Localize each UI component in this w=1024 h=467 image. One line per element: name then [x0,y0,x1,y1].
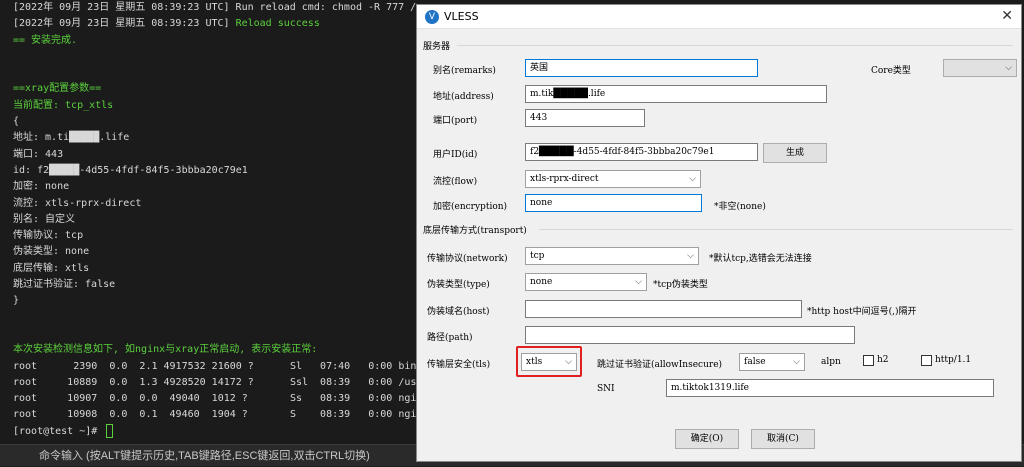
host-label: 伪装域名(host) [427,307,490,317]
encryption-hint: *非空(none) [714,202,766,212]
sni-input[interactable]: m.tiktok1319.life [666,379,994,397]
type-select[interactable]: none ⌵ [525,273,647,291]
tls-highlight-box [516,346,582,377]
alpn-h2-checkbox[interactable] [863,355,874,366]
chevron-down-icon: ⌵ [687,251,694,261]
chevron-down-icon: ⌵ [793,357,800,367]
core-type-select[interactable]: ⌵ [943,59,1017,77]
type-value: none [530,277,553,287]
allow-insecure-label: 跳过证书验证(allowInsecure) [597,360,723,370]
flow-select[interactable]: xtls-rprx-direct ⌵ [525,170,701,188]
address-input[interactable]: m.tik█████.life [525,85,827,103]
encryption-input[interactable]: none [525,194,702,212]
terminal-text: [2022年 09月 23日 星期五 08:39:23 UTC] [13,18,236,30]
port-label: 端口(port) [433,116,478,126]
chevron-down-icon: ⌵ [1005,63,1012,73]
tls-label: 传输层安全(tls) [427,360,491,370]
host-hint: *http host中间逗号(,)隔开 [807,307,917,317]
port-input[interactable]: 443 [525,109,645,127]
vless-dialog: V VLESS ✕ 服务器 别名(remarks) 英国 Core类型 ⌵ 地址… [416,4,1022,462]
terminal-prompt: [root@test ~]# [13,425,104,437]
flow-label: 流控(flow) [433,177,478,187]
user-id-input[interactable]: f2█████-4d55-4fdf-84f5-3bbba20c79e1 [525,143,758,161]
v2ray-app-icon: V [425,10,439,24]
transport-group-label: 底层传输方式(transport) [423,226,527,236]
address-label: 地址(address) [433,92,494,102]
remarks-input[interactable]: 英国 [525,59,758,77]
alpn-label: alpn [821,357,841,367]
server-group-label: 服务器 [423,42,451,52]
dialog-title: VLESS [444,10,479,23]
path-label: 路径(path) [427,333,473,343]
allow-insecure-select[interactable]: false ⌵ [739,353,805,371]
network-value: tcp [530,251,545,261]
core-type-label: Core类型 [871,66,911,76]
chevron-down-icon: ⌵ [635,277,642,287]
group-divider [539,229,1013,230]
allow-insecure-value: false [744,357,766,367]
close-icon[interactable]: ✕ [1001,8,1013,24]
type-hint: *tcp伪装类型 [653,280,708,290]
generate-button[interactable]: 生成 [763,143,827,163]
remarks-label: 别名(remarks) [433,66,496,76]
alpn-http11-label: http/1.1 [935,355,972,365]
sni-label: SNI [597,384,615,394]
network-label: 传输协议(network) [427,254,508,264]
alpn-h2-label: h2 [877,355,889,365]
chevron-down-icon: ⌵ [689,174,696,184]
type-label: 伪装类型(type) [427,280,490,290]
group-divider [457,45,1013,46]
terminal-cursor [106,423,114,438]
network-select[interactable]: tcp ⌵ [525,247,699,265]
terminal-reload-success: Reload success [235,18,320,30]
path-input[interactable] [525,326,855,344]
network-hint: *默认tcp,选错会无法连接 [709,254,812,264]
dialog-titlebar: V VLESS ✕ [417,5,1021,29]
flow-value: xtls-rprx-direct [530,174,599,184]
encryption-label: 加密(encryption) [433,202,508,212]
cancel-button[interactable]: 取消(C) [751,429,815,449]
alpn-http11-checkbox[interactable] [921,355,932,366]
host-input[interactable] [525,300,802,318]
ok-button[interactable]: 确定(O) [675,429,739,449]
user-id-label: 用户ID(id) [433,150,478,160]
